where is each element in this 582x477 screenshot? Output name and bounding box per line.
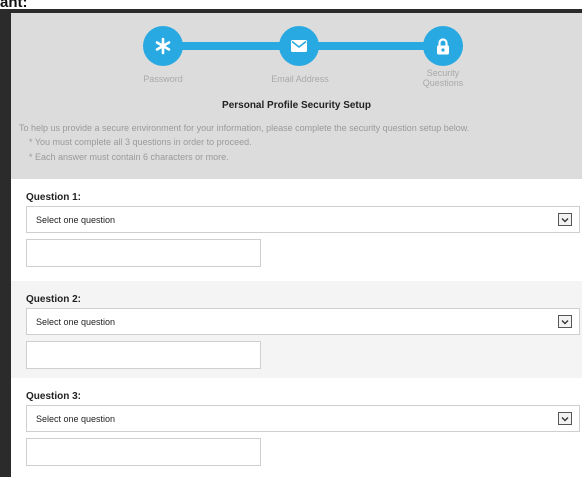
question-1-label: Question 1:: [26, 192, 82, 203]
intro-text: To help us provide a secure environment …: [19, 123, 470, 133]
question-2-label: Question 2:: [26, 294, 82, 305]
step-label-line2: Questions: [422, 78, 464, 88]
progress-stepper: Password Email Address Security Question…: [11, 13, 582, 97]
chevron-down-icon[interactable]: [558, 412, 572, 425]
question-1-select[interactable]: Select one question: [26, 206, 580, 233]
requirement-note-questions: * You must complete all 3 questions in o…: [29, 137, 252, 147]
security-setup-window: Password Email Address Security Question…: [11, 13, 582, 477]
asterisk-icon: [154, 37, 172, 55]
question-3-selected-value: Select one question: [36, 414, 116, 424]
window-left-border: [0, 9, 11, 477]
chevron-down-icon[interactable]: [558, 315, 572, 328]
question-3-answer-input[interactable]: [26, 438, 261, 466]
question-3-label: Question 3:: [26, 391, 82, 402]
envelope-icon: [291, 40, 307, 52]
step-password: [143, 26, 183, 66]
question-2-select[interactable]: Select one question: [26, 308, 580, 335]
question-1-selected-value: Select one question: [36, 215, 116, 225]
chevron-down-icon[interactable]: [558, 213, 572, 226]
question-2-answer-input[interactable]: [26, 341, 261, 369]
question-1-section: Question 1: Select one question: [11, 179, 582, 276]
step-label-email: Email Address: [271, 74, 329, 84]
question-1-answer-input[interactable]: [26, 239, 261, 267]
step-label-line1: Security: [426, 68, 460, 78]
question-2-selected-value: Select one question: [36, 317, 116, 327]
step-label-security-questions: Security Questions: [403, 68, 483, 88]
requirement-note-length: * Each answer must contain 6 characters …: [29, 152, 229, 162]
question-2-section: Question 2: Select one question: [11, 281, 582, 378]
question-3-select[interactable]: Select one question: [26, 405, 580, 432]
page-title: Personal Profile Security Setup: [222, 100, 371, 111]
step-email: [279, 26, 319, 66]
question-3-section: Question 3: Select one question: [11, 378, 582, 475]
lock-icon: [436, 37, 450, 55]
step-security-questions: [423, 26, 463, 66]
step-label-password: Password: [143, 74, 183, 84]
setup-header: Password Email Address Security Question…: [11, 13, 582, 179]
